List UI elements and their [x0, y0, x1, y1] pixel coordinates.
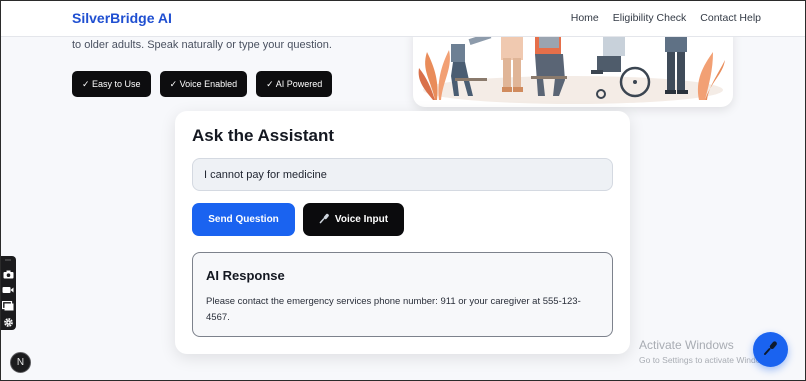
nav-home[interactable]: Home — [571, 12, 599, 24]
microphone-icon — [319, 213, 330, 227]
microphone-icon — [763, 340, 779, 359]
floating-voice-button[interactable] — [753, 332, 788, 367]
top-navbar: SilverBridge AI Home Eligibility Check C… — [0, 0, 806, 37]
feature-badges: ✓ Easy to Use ✓ Voice Enabled ✓ AI Power… — [72, 71, 333, 97]
badge-easy-to-use: ✓ Easy to Use — [72, 71, 151, 97]
assistant-title: Ask the Assistant — [192, 126, 335, 145]
badge-ai-powered: ✓ AI Powered — [256, 71, 333, 97]
voice-input-label: Voice Input — [334, 214, 389, 225]
hero-illustration — [413, 30, 733, 107]
nav-eligibility-check[interactable]: Eligibility Check — [613, 12, 687, 24]
assistant-card: Ask the Assistant Send Question Voice In… — [175, 111, 630, 354]
ai-response-box: AI Response Please contact the emergency… — [192, 252, 613, 337]
brand-logo[interactable]: SilverBridge AI — [72, 10, 172, 26]
question-input[interactable] — [192, 158, 613, 191]
screenshot-icon[interactable] — [1, 299, 15, 313]
settings-icon[interactable] — [1, 315, 15, 329]
send-question-button[interactable]: Send Question — [192, 203, 295, 236]
avatar[interactable]: N — [10, 352, 31, 373]
video-icon[interactable] — [1, 283, 15, 297]
response-title: AI Response — [206, 268, 285, 283]
camera-icon[interactable] — [1, 267, 15, 281]
intro-text: to older adults. Speak naturally or type… — [72, 39, 332, 51]
voice-input-button[interactable]: Voice Input — [303, 203, 404, 236]
nav-contact-help[interactable]: Contact Help — [700, 12, 761, 24]
response-text: Please contact the emergency services ph… — [206, 296, 581, 323]
badge-voice-enabled: ✓ Voice Enabled — [159, 71, 248, 97]
nav-links: Home Eligibility Check Contact Help — [571, 12, 761, 24]
drag-handle-icon[interactable]: ⋯ — [5, 258, 11, 265]
side-toolbar: ⋯ — [0, 256, 16, 330]
watermark-subtitle: Go to Settings to activate Windows. — [639, 355, 774, 365]
seniors-illustration — [418, 30, 725, 104]
